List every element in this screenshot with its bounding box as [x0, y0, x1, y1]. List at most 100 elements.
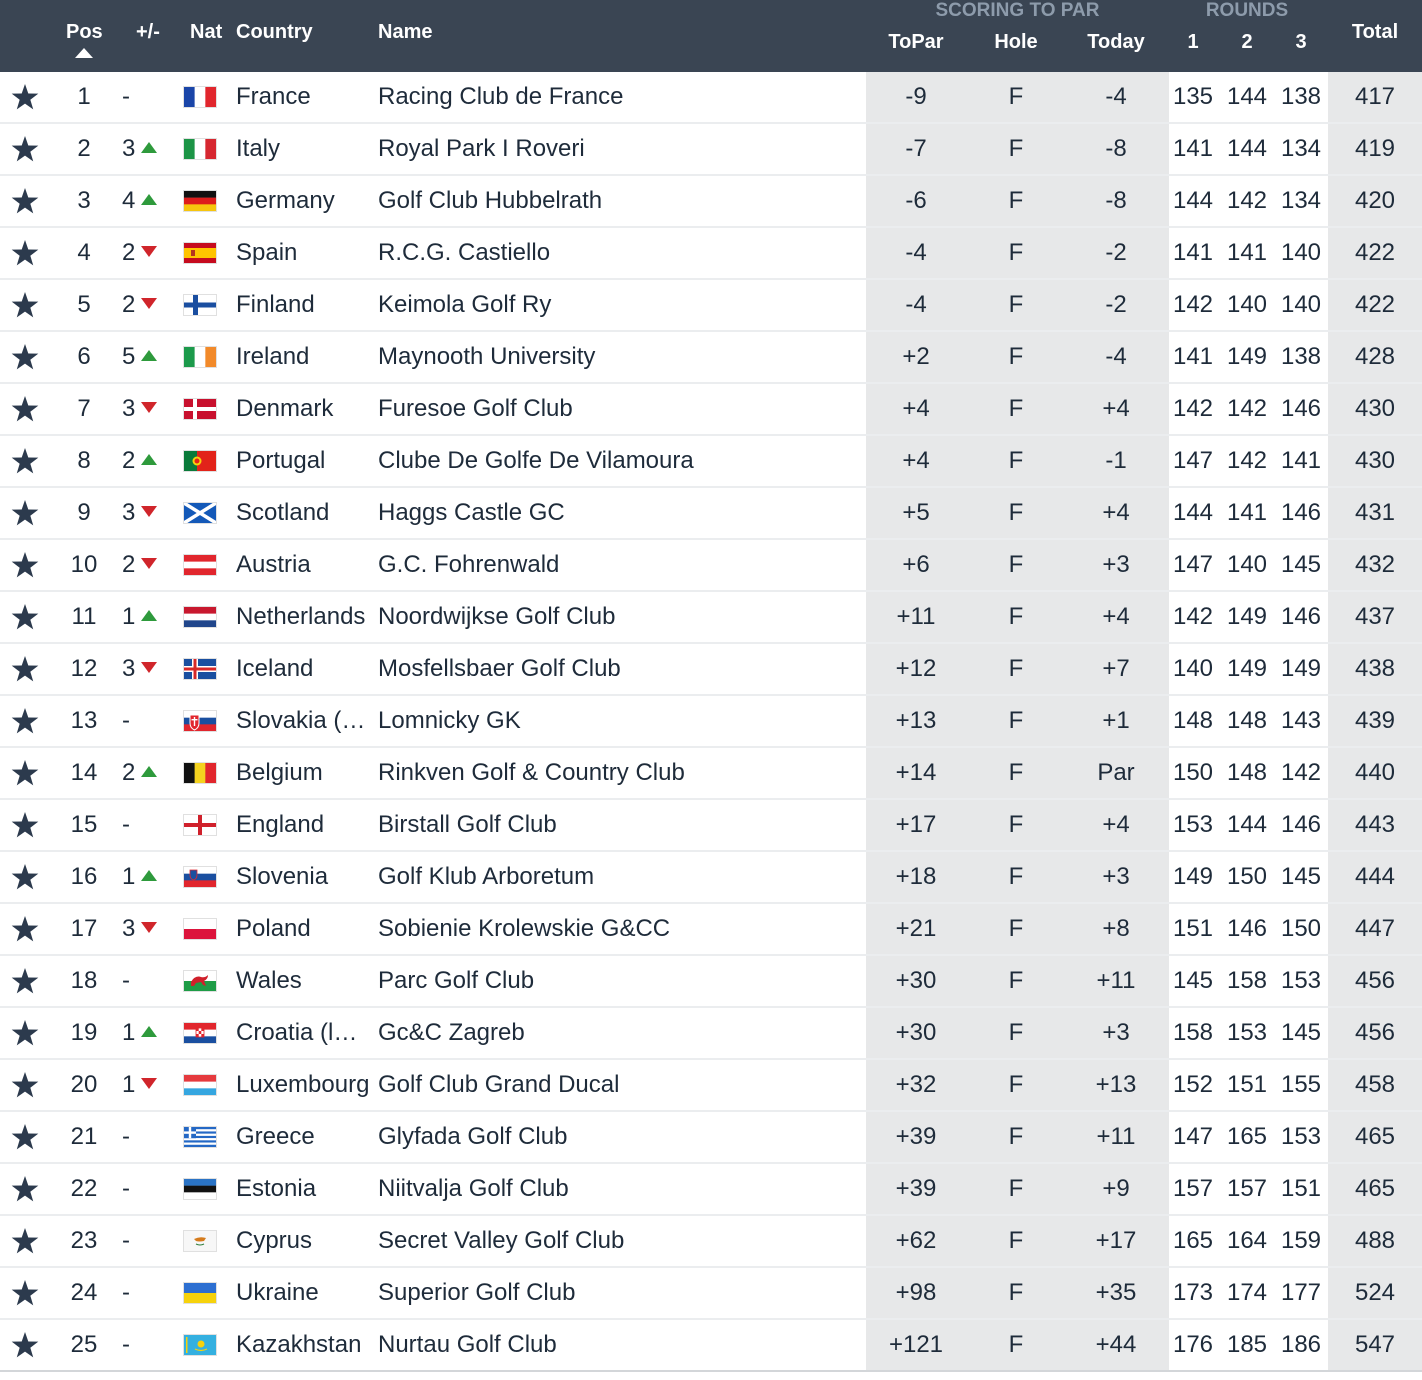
country-cell: Greece	[236, 1123, 315, 1150]
club-name-link[interactable]: Parc Golf Club	[378, 956, 534, 1006]
table-row[interactable]: 8 2 Portugal Clube De Golfe De Vilamoura +4 F…	[0, 436, 1422, 488]
col-header-round-2[interactable]: 2	[1220, 31, 1274, 54]
club-name-link[interactable]: Golf Klub Arboretum	[378, 852, 594, 902]
club-name-link[interactable]: Lomnicky GK	[378, 696, 521, 746]
table-row[interactable]: 18- Wales Parc Golf Club +30 F +11 145 158 153 45…	[0, 956, 1422, 1008]
club-name-link[interactable]: Superior Golf Club	[378, 1268, 575, 1318]
star-icon[interactable]	[10, 187, 40, 217]
table-row[interactable]: 21- Greece Glyfada Golf Club +39 F +11 147 165 1…	[0, 1112, 1422, 1164]
round-3-cell: 150	[1280, 915, 1322, 942]
club-name-link[interactable]: Birstall Golf Club	[378, 800, 557, 850]
position-change-value: -	[122, 707, 130, 734]
table-row[interactable]: 6 5 Ireland Maynooth University +2 F -4 141 149 1…	[0, 332, 1422, 384]
star-icon[interactable]	[10, 759, 40, 789]
club-name-link[interactable]: Noordwijkse Golf Club	[378, 592, 615, 642]
star-icon[interactable]	[10, 1331, 40, 1361]
club-name-link[interactable]: Maynooth University	[378, 332, 595, 382]
star-icon[interactable]	[10, 1279, 40, 1309]
position-change-value: 3	[122, 395, 136, 422]
table-row[interactable]: 15- England Birstall Golf Club +17 F +4 153 144…	[0, 800, 1422, 852]
table-row[interactable]: 3 4 Germany Golf Club Hubbelrath -6 F -8 144 142…	[0, 176, 1422, 228]
col-header-name[interactable]: Name	[378, 21, 432, 44]
col-header-pos[interactable]: Pos	[66, 21, 103, 44]
star-icon[interactable]	[10, 395, 40, 425]
star-icon[interactable]	[10, 915, 40, 945]
table-row[interactable]: 5 2 Finland Keimola Golf Ry -4 F -2 142 140 140 42…	[0, 280, 1422, 332]
star-icon[interactable]	[10, 1227, 40, 1257]
club-name-link[interactable]: Sobienie Krolewskie G&CC	[378, 904, 670, 954]
table-row[interactable]: 7 3 Denmark Furesoe Golf Club +4 F +4 142 142 146…	[0, 384, 1422, 436]
club-name-link[interactable]: R.C.G. Castiello	[378, 228, 550, 278]
table-row[interactable]: 14 2 Belgium Rinkven Golf & Country Club +14…	[0, 748, 1422, 800]
star-icon[interactable]	[10, 863, 40, 893]
star-icon[interactable]	[10, 239, 40, 269]
star-icon[interactable]	[10, 551, 40, 581]
table-row[interactable]: 19 1 Croatia (l… Gc&C Zagreb +30 F +3 158 153 145…	[0, 1008, 1422, 1060]
club-name-link[interactable]: Royal Park I Roveri	[378, 124, 585, 174]
col-header-round-3[interactable]: 3	[1274, 31, 1328, 54]
club-name-link[interactable]: Rinkven Golf & Country Club	[378, 748, 685, 798]
round-1-cell: 165	[1172, 1227, 1214, 1254]
club-name-link[interactable]: Niitvalja Golf Club	[378, 1164, 569, 1214]
table-row[interactable]: 13- Slovakia (… Lomnicky GK +13 F +1 148 148 143…	[0, 696, 1422, 748]
position-cell: 21	[70, 1123, 98, 1150]
club-name-link[interactable]: Clube De Golfe De Vilamoura	[378, 436, 694, 486]
position-cell: 22	[70, 1175, 98, 1202]
table-row[interactable]: 25- Kazakhstan Nurtau Golf Club +121 F +44 176…	[0, 1320, 1422, 1372]
table-row[interactable]: 10 2 Austria G.C. Fohrenwald +6 F +3 147 140 145 4…	[0, 540, 1422, 592]
star-icon[interactable]	[10, 83, 40, 113]
star-icon[interactable]	[10, 135, 40, 165]
col-header-hole[interactable]: Hole	[966, 31, 1066, 54]
col-header-nat[interactable]: Nat	[190, 21, 222, 44]
star-icon[interactable]	[10, 603, 40, 633]
star-icon[interactable]	[10, 499, 40, 529]
club-name-link[interactable]: Glyfada Golf Club	[378, 1112, 567, 1162]
table-row[interactable]: 1 - France Racing Club de France -9 F -4 135 144…	[0, 72, 1422, 124]
star-icon[interactable]	[10, 291, 40, 321]
star-icon[interactable]	[10, 967, 40, 997]
star-icon[interactable]	[10, 655, 40, 685]
table-row[interactable]: 20 1 Luxembourg Golf Club Grand Ducal +32 F +1…	[0, 1060, 1422, 1112]
club-name-link[interactable]: Racing Club de France	[378, 72, 623, 122]
table-row[interactable]: 12 3 Iceland Mosfellsbaer Golf Club +12 F +7 14…	[0, 644, 1422, 696]
country-cell: Cyprus	[236, 1227, 313, 1254]
club-name-link[interactable]: Gc&C Zagreb	[378, 1008, 525, 1058]
sort-ascending-icon[interactable]	[75, 48, 93, 58]
position-cell: 25	[70, 1331, 98, 1358]
club-name-link[interactable]: Keimola Golf Ry	[378, 280, 551, 330]
col-header-topar[interactable]: ToPar	[866, 31, 966, 54]
club-name-link[interactable]: G.C. Fohrenwald	[378, 540, 559, 590]
star-icon[interactable]	[10, 1019, 40, 1049]
club-name-link[interactable]: Golf Club Hubbelrath	[378, 176, 602, 226]
col-header-total[interactable]: Total	[1328, 21, 1422, 44]
star-icon[interactable]	[10, 343, 40, 373]
star-icon[interactable]	[10, 707, 40, 737]
table-row[interactable]: 24- Ukraine Superior Golf Club +98 F +35 173 17…	[0, 1268, 1422, 1320]
table-row[interactable]: 23- Cyprus Secret Valley Golf Club +62 F +17 1…	[0, 1216, 1422, 1268]
col-header-round-1[interactable]: 1	[1166, 31, 1220, 54]
col-header-change[interactable]: +/-	[136, 21, 160, 44]
table-row[interactable]: 11 1 Netherlands Noordwijkse Golf Club +11 F +…	[0, 592, 1422, 644]
star-icon[interactable]	[10, 1175, 40, 1205]
table-row[interactable]: 17 3 Poland Sobienie Krolewskie G&CC +21 F +8 1…	[0, 904, 1422, 956]
club-name-link[interactable]: Haggs Castle GC	[378, 488, 565, 538]
club-name-link[interactable]: Secret Valley Golf Club	[378, 1216, 624, 1266]
club-name-link[interactable]: Mosfellsbaer Golf Club	[378, 644, 621, 694]
col-header-today[interactable]: Today	[1066, 31, 1166, 54]
club-name-link[interactable]: Golf Club Grand Ducal	[378, 1060, 619, 1110]
triangle-down-icon	[141, 246, 158, 257]
club-name-link[interactable]: Furesoe Golf Club	[378, 384, 573, 434]
position-change-cell: -	[122, 696, 130, 746]
table-row[interactable]: 4 2 Spain R.C.G. Castiello -4 F -2 141 141 140 422	[0, 228, 1422, 280]
club-name-link[interactable]: Nurtau Golf Club	[378, 1320, 557, 1370]
table-row[interactable]: 22- Estonia Niitvalja Golf Club +39 F +9 157 15…	[0, 1164, 1422, 1216]
star-icon[interactable]	[10, 447, 40, 477]
position-change-value: 1	[122, 863, 136, 890]
table-row[interactable]: 9 3 Scotland Haggs Castle GC +5 F +4 144 141 146 4…	[0, 488, 1422, 540]
table-row[interactable]: 2 3 Italy Royal Park I Roveri -7 F -8 141 144 134…	[0, 124, 1422, 176]
star-icon[interactable]	[10, 1123, 40, 1153]
table-row[interactable]: 16 1 Slovenia Golf Klub Arboretum +18 F +3 149 1…	[0, 852, 1422, 904]
star-icon[interactable]	[10, 1071, 40, 1101]
col-header-country[interactable]: Country	[236, 21, 313, 44]
star-icon[interactable]	[10, 811, 40, 841]
